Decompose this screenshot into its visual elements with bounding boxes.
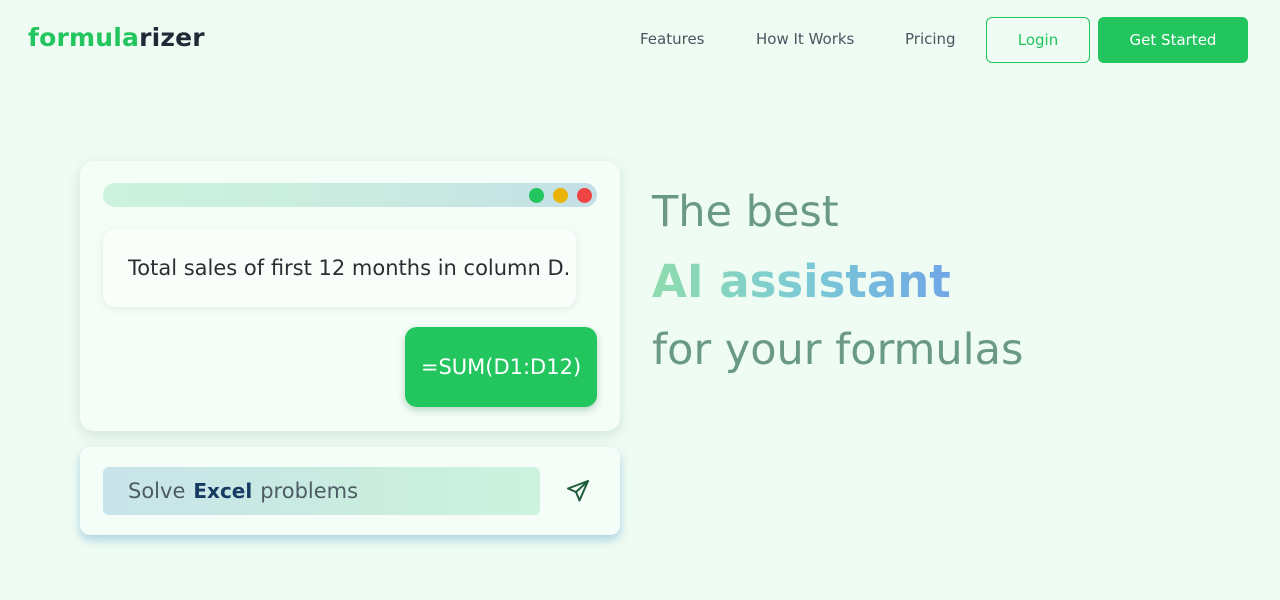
send-icon[interactable] (566, 479, 590, 503)
hero-line-2: AI assistant (652, 255, 951, 308)
prompt-input-card: Solve Excel problems (80, 447, 620, 535)
get-started-button[interactable]: Get Started (1098, 17, 1248, 63)
nav-link-features[interactable]: Features (640, 29, 705, 49)
window-dot-red-icon (577, 188, 592, 203)
top-navigation: formularizer Features How It Works Prici… (0, 0, 1280, 80)
logo-part-formula: formula (28, 23, 140, 52)
landing-page: formularizer Features How It Works Prici… (0, 0, 1280, 600)
brand-logo[interactable]: formularizer (28, 22, 205, 54)
login-button[interactable]: Login (986, 17, 1090, 63)
chat-demo-card: Total sales of first 12 months in column… (80, 161, 620, 431)
formula-reply-bubble: =SUM(D1:D12) (405, 327, 597, 407)
hero-line-3: for your formulas (652, 325, 1024, 375)
prompt-text-pre: Solve (128, 479, 186, 503)
nav-link-how-it-works[interactable]: How It Works (756, 29, 854, 49)
prompt-input[interactable]: Solve Excel problems (103, 467, 540, 515)
logo-part-rizer: rizer (139, 23, 205, 52)
user-message-bubble: Total sales of first 12 months in column… (103, 229, 576, 307)
window-dot-green-icon (529, 188, 544, 203)
hero-line-1: The best (652, 187, 839, 237)
prompt-text-post: problems (260, 479, 359, 503)
window-dot-yellow-icon (553, 188, 568, 203)
window-title-bar (103, 183, 597, 207)
nav-link-pricing[interactable]: Pricing (905, 29, 956, 49)
prompt-text-highlight: Excel (193, 479, 253, 503)
